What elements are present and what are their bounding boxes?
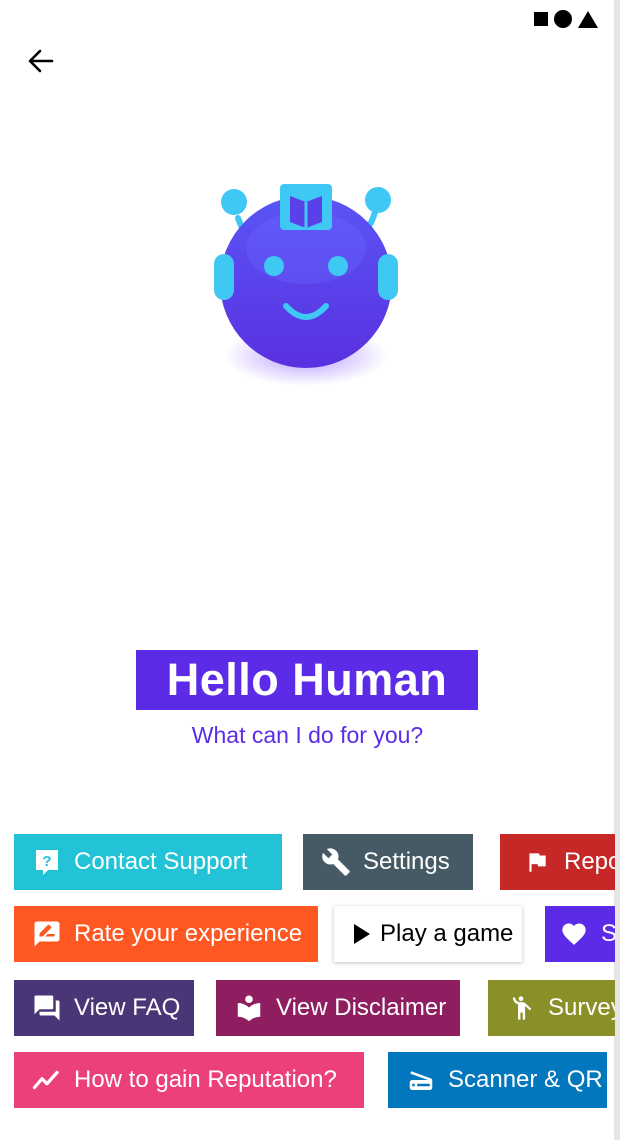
view-disclaimer-button[interactable]: View Disclaimer	[216, 980, 460, 1036]
rate-experience-button[interactable]: Rate your experience	[14, 906, 318, 962]
report-button[interactable]: Repo	[500, 834, 615, 890]
play-game-label: Play a game	[380, 920, 514, 947]
settings-label: Settings	[363, 848, 450, 875]
report-label: Repo	[564, 848, 615, 875]
wrench-icon	[321, 847, 351, 877]
view-faq-button[interactable]: View FAQ	[14, 980, 194, 1036]
forum-icon	[32, 993, 62, 1023]
svg-text:?: ?	[42, 853, 51, 870]
person-icon	[506, 993, 536, 1023]
support-us-label: S	[601, 920, 615, 947]
gain-reputation-label: How to gain Reputation?	[74, 1066, 337, 1093]
robot-mascot	[196, 178, 416, 418]
gain-reputation-button[interactable]: How to gain Reputation?	[14, 1052, 364, 1108]
flag-icon	[522, 847, 552, 877]
square-icon	[534, 12, 548, 26]
survey-label: Survey	[548, 994, 615, 1021]
scanner-qr-label: Scanner & QR	[448, 1066, 603, 1093]
trending-up-icon	[32, 1065, 62, 1095]
rate-icon	[32, 919, 62, 949]
view-disclaimer-label: View Disclaimer	[276, 994, 447, 1021]
page-subtitle: What can I do for you?	[191, 722, 424, 748]
status-icons	[534, 10, 598, 28]
play-icon	[348, 919, 374, 949]
survey-button[interactable]: Survey	[488, 980, 615, 1036]
settings-button[interactable]: Settings	[303, 834, 473, 890]
page-title: Hello Human	[136, 650, 478, 710]
view-faq-label: View FAQ	[74, 994, 181, 1021]
support-us-button[interactable]: S	[545, 906, 615, 962]
book-icon	[234, 993, 264, 1023]
scanner-qr-button[interactable]: Scanner & QR	[388, 1052, 607, 1108]
rate-experience-label: Rate your experience	[74, 920, 303, 947]
triangle-icon	[578, 10, 598, 28]
scanner-icon	[406, 1065, 436, 1095]
arrow-left-icon[interactable]	[24, 44, 58, 78]
circle-icon	[554, 10, 572, 28]
scrollbar[interactable]	[614, 0, 620, 1140]
contact-support-button[interactable]: ? Contact Support	[14, 834, 282, 890]
help-icon: ?	[32, 847, 62, 877]
heart-icon	[559, 919, 589, 949]
play-game-button[interactable]: Play a game	[334, 906, 522, 962]
contact-support-label: Contact Support	[74, 848, 248, 875]
